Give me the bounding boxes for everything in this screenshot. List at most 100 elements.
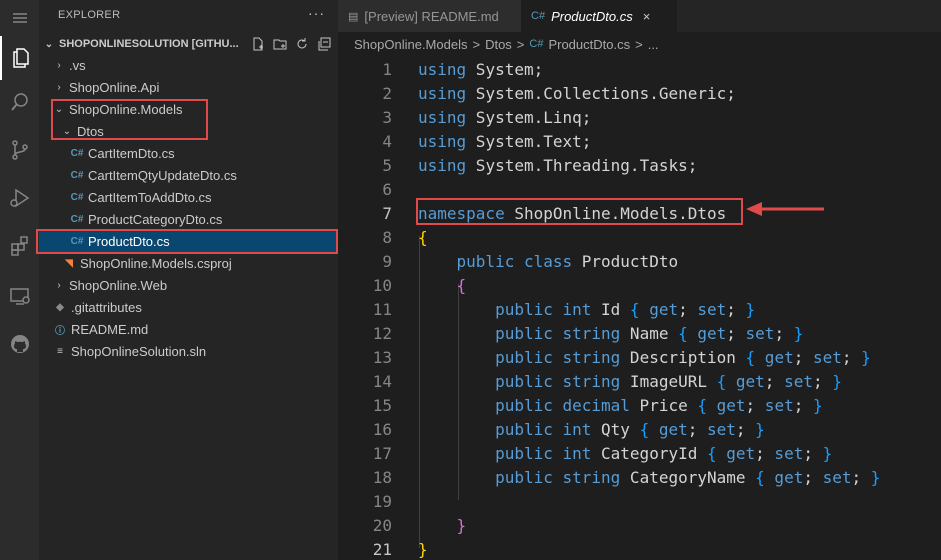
tree-item-models-csproj[interactable]: ◥ ShopOnline.Models.csproj: [39, 252, 338, 274]
code-accessor-close: }: [822, 372, 842, 391]
collapse-all-icon[interactable]: [315, 36, 333, 52]
line-number: 13: [372, 348, 392, 367]
code-line[interactable]: 15 public decimal Price { get; set; }: [338, 394, 941, 418]
line-number: 11: [372, 300, 392, 319]
breadcrumb-separator: >: [472, 36, 481, 52]
code-line[interactable]: 18 public string CategoryName { get; set…: [338, 466, 941, 490]
tree-item-vs[interactable]: › .vs: [39, 54, 338, 76]
code-accessor-set: set;: [687, 300, 736, 319]
code-line[interactable]: 12 public string Name { get; set; }: [338, 322, 941, 346]
code-identifier: System.Text;: [466, 132, 592, 151]
breadcrumb-item[interactable]: ...: [648, 37, 659, 52]
rss-project-file-icon: ◥: [65, 257, 73, 269]
code-identifier: ProductDto: [572, 252, 679, 271]
code-line[interactable]: 20 }: [338, 514, 941, 538]
code-accessor-get: get;: [755, 348, 804, 367]
source-control-icon[interactable]: [0, 128, 39, 172]
code-text: public string CategoryName { get; set; }: [418, 466, 880, 490]
code-line[interactable]: 1 using System;: [338, 58, 941, 82]
tree-item-solution[interactable]: ≡ ShopOnlineSolution.sln: [39, 340, 338, 362]
code-accessor-open: {: [629, 300, 640, 319]
chevron-down-icon: ⌄: [44, 38, 54, 50]
tree-item-productcategorydto[interactable]: C# ProductCategoryDto.cs: [39, 208, 338, 230]
explorer-icon[interactable]: [0, 36, 39, 80]
code-line[interactable]: 14 public string ImageURL { get; set; }: [338, 370, 941, 394]
code-accessor-close: }: [861, 468, 881, 487]
tree-item-gitattributes[interactable]: ◆ .gitattributes: [39, 296, 338, 318]
tab-readme-preview[interactable]: ▤ [Preview] README.md: [338, 0, 521, 32]
tree-item-cartitemtoadddto[interactable]: C# CartItemToAddDto.cs: [39, 186, 338, 208]
tree-item-readme[interactable]: ⓘ README.md: [39, 318, 338, 340]
code-line[interactable]: 10 {: [338, 274, 941, 298]
breadcrumb-item[interactable]: Dtos: [485, 37, 512, 52]
code-identifier: Id: [591, 300, 630, 319]
line-number: 7: [382, 204, 392, 223]
more-actions-icon[interactable]: ···: [308, 5, 325, 21]
remote-explorer-icon[interactable]: [0, 274, 39, 318]
code-identifier: System.Collections.Generic;: [466, 84, 736, 103]
code-keyword: public string: [495, 324, 621, 343]
line-number: 1: [382, 60, 392, 79]
new-file-icon[interactable]: [249, 36, 267, 52]
code-identifier: Description: [620, 348, 746, 367]
code-identifier: Price: [629, 396, 698, 415]
code-line[interactable]: 2 using System.Collections.Generic;: [338, 82, 941, 106]
code-accessor-open: {: [697, 396, 707, 415]
code-line[interactable]: 16 public int Qty { get; set; }: [338, 418, 941, 442]
tree-item-shoponline-web[interactable]: › ShopOnline.Web: [39, 274, 338, 296]
line-number: 16: [372, 420, 392, 439]
code-brace: }: [456, 516, 467, 535]
breadcrumb-item[interactable]: ShopOnline.Models: [354, 37, 467, 52]
code-accessor-close: }: [851, 348, 871, 367]
code-accessor-open: {: [716, 372, 727, 391]
code-keyword: public int: [495, 300, 592, 319]
code-line[interactable]: 8{: [338, 226, 941, 250]
search-icon[interactable]: [0, 80, 39, 124]
line-number: 17: [372, 444, 392, 463]
code-line[interactable]: 3 using System.Linq;: [338, 106, 941, 130]
code-accessor-close: }: [745, 420, 765, 439]
code-accessor-get: get;: [639, 300, 688, 319]
code-accessor-set: set;: [764, 444, 813, 463]
new-folder-icon[interactable]: [271, 36, 289, 52]
code-keyword: using: [418, 132, 467, 151]
extensions-icon[interactable]: [0, 224, 39, 268]
code-line[interactable]: 11 public int Id { get; set; }: [338, 298, 941, 322]
annotation-highlight-namespace: [416, 198, 743, 225]
tree-item-cartitemqtyupdatedto[interactable]: C# CartItemQtyUpdateDto.cs: [39, 164, 338, 186]
code-accessor-set: set;: [735, 324, 785, 343]
annotation-highlight-models: [51, 99, 208, 140]
tree-item-shoponline-api[interactable]: › ShopOnline.Api: [39, 76, 338, 98]
refresh-icon[interactable]: [293, 36, 311, 52]
code-line[interactable]: 5 using System.Threading.Tasks;: [338, 154, 941, 178]
code-accessor-open: {: [745, 348, 756, 367]
menu-icon[interactable]: [0, 0, 39, 36]
line-number: 10: [372, 276, 392, 295]
code-accessor-open: {: [639, 420, 650, 439]
github-icon[interactable]: [0, 322, 39, 366]
code-text: public int CategoryId { get; set; }: [418, 442, 832, 466]
code-editor[interactable]: 1 using System; 2 using System.Collections.…: [338, 56, 941, 560]
code-text: using System.Collections.Generic;: [418, 82, 736, 106]
chevron-right-icon: ›: [57, 279, 61, 291]
code-line[interactable]: 21}: [338, 538, 941, 560]
code-line[interactable]: 9 public class ProductDto: [338, 250, 941, 274]
breadcrumb-item[interactable]: ProductDto.cs: [548, 37, 630, 52]
code-accessor-set: set;: [697, 420, 746, 439]
breadcrumb-separator: >: [516, 36, 525, 52]
csharp-file-icon: C#: [70, 213, 84, 225]
code-line[interactable]: 19: [338, 490, 941, 514]
tree-item-cartitemdto[interactable]: C# CartItemDto.cs: [39, 142, 338, 164]
close-icon[interactable]: ×: [643, 9, 651, 24]
run-debug-icon[interactable]: [0, 176, 39, 220]
code-accessor-set: set;: [812, 468, 862, 487]
code-line[interactable]: 4 using System.Text;: [338, 130, 941, 154]
code-line[interactable]: 17 public int CategoryId { get; set; }: [338, 442, 941, 466]
code-line[interactable]: 13 public string Description { get; set;…: [338, 346, 941, 370]
line-number: 20: [372, 516, 392, 535]
tab-productdto[interactable]: C# ProductDto.cs ×: [521, 0, 677, 32]
code-text: {: [418, 274, 467, 298]
